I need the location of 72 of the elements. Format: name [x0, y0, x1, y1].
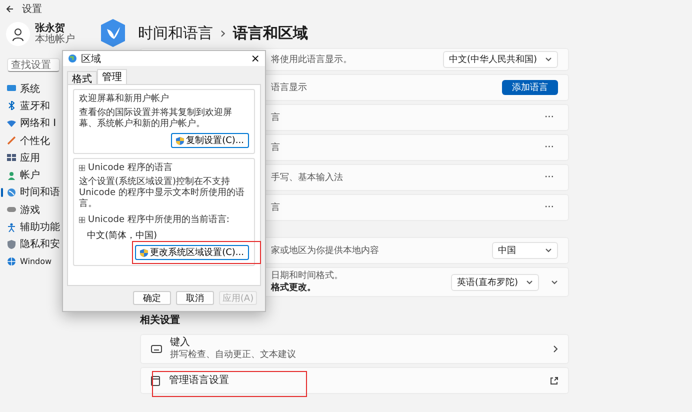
shield-icon: [176, 136, 184, 144]
card-description: 家或地区为你提供本地内容: [271, 244, 380, 256]
window-title: 设置: [22, 2, 42, 16]
close-button[interactable]: ×: [250, 52, 260, 65]
bluetooth-icon: [7, 101, 16, 110]
group-title: Unicode 程序的语言: [88, 162, 172, 174]
more-button[interactable]: ···: [540, 172, 558, 183]
grid-icon: [79, 216, 85, 222]
settings-button[interactable]: 更改系统区域设置(C)...: [135, 245, 249, 260]
grid-icon: [79, 164, 85, 170]
card-description: 拼写检查、自动更正、文本建议: [170, 349, 297, 361]
description: 这个设置(系统区域设置)控制在不支持 Unicode 的程序中显示文本时所使用的语言。: [79, 177, 246, 210]
dropdown[interactable]: 中文(中华人民共和国): [442, 51, 558, 68]
globe-icon: [7, 188, 16, 197]
person-icon: [12, 28, 24, 40]
card-description: 言: [271, 142, 281, 154]
settings-card[interactable]: 管理语言设置: [140, 367, 569, 394]
card-description: 日期和时间格式。: [271, 270, 344, 282]
gamepad-icon: [7, 205, 16, 214]
current-language: 中文(简体，中国): [86, 230, 158, 242]
nav-item[interactable]: Window: [0, 252, 96, 270]
nav-item[interactable]: 个性化: [0, 132, 96, 150]
chevron-down-icon: [526, 280, 533, 284]
dialog-title: 区域: [81, 52, 102, 66]
settings-card[interactable]: 键入 拼写检查、自动更正、文本建议: [140, 334, 569, 364]
card-title: 管理语言设置: [169, 374, 230, 386]
description: 查看你的国际设置并将其复制到欢迎屏幕、系统帐户和新的用户帐户。: [79, 108, 233, 130]
dialog-button[interactable]: 取消: [176, 291, 214, 305]
person-icon: [7, 170, 16, 180]
tab[interactable]: 格式: [67, 71, 97, 84]
globe-icon: [7, 257, 16, 266]
breadcrumb-link[interactable]: 时间和语言: [138, 24, 213, 42]
grid-icon: [7, 153, 16, 162]
more-button[interactable]: ···: [540, 142, 558, 153]
wifi-icon: [7, 118, 16, 128]
card-description: 格式更改。: [271, 282, 317, 294]
card-description: 言: [271, 202, 281, 214]
add-language-button[interactable]: 添加语言: [502, 80, 558, 95]
user-name: 张永贺: [35, 23, 66, 34]
back-arrow-icon: [6, 5, 14, 13]
dropdown[interactable]: 英语(直布罗陀): [450, 274, 539, 290]
tab[interactable]: 管理: [97, 69, 127, 84]
chevron-down-icon: [545, 57, 552, 62]
keyboard-icon: [151, 345, 162, 353]
card-description: 语言显示: [271, 82, 308, 94]
brush-icon: [7, 136, 16, 146]
dialog-button[interactable]: 确定: [133, 291, 171, 305]
group-title: 欢迎屏幕和新用户帐户: [79, 92, 169, 105]
dropdown[interactable]: 中国: [492, 242, 558, 259]
accessibility-icon: [7, 222, 16, 232]
chevron-down-icon: [545, 248, 552, 253]
card-description: 手写、基本输入法: [271, 172, 344, 184]
window-icon: [151, 376, 161, 386]
external-link-icon: [550, 376, 558, 384]
bird-logo-icon: [100, 19, 126, 47]
shield-icon: [7, 240, 16, 249]
search-field[interactable]: 查找设置: [7, 58, 60, 72]
card-description: 言: [271, 112, 281, 124]
settings-button[interactable]: 复制设置(C)...: [171, 133, 249, 148]
monitor-icon: [7, 84, 16, 94]
globe-icon: [68, 54, 77, 63]
breadcrumb-separator: ›: [220, 24, 226, 42]
shield-icon: [140, 248, 148, 256]
account-type: 本地帐户: [35, 34, 75, 45]
chevron-right-icon: [553, 345, 558, 353]
more-button[interactable]: ···: [540, 112, 558, 123]
field-label: Unicode 程序中所使用的当前语言:: [88, 214, 230, 226]
page-title: 语言和区域: [233, 24, 308, 42]
section-heading: 相关设置: [140, 314, 181, 327]
card-description: 将使用此语言显示。: [271, 54, 353, 66]
card-title: 键入: [170, 337, 191, 349]
more-button[interactable]: ···: [540, 202, 558, 213]
